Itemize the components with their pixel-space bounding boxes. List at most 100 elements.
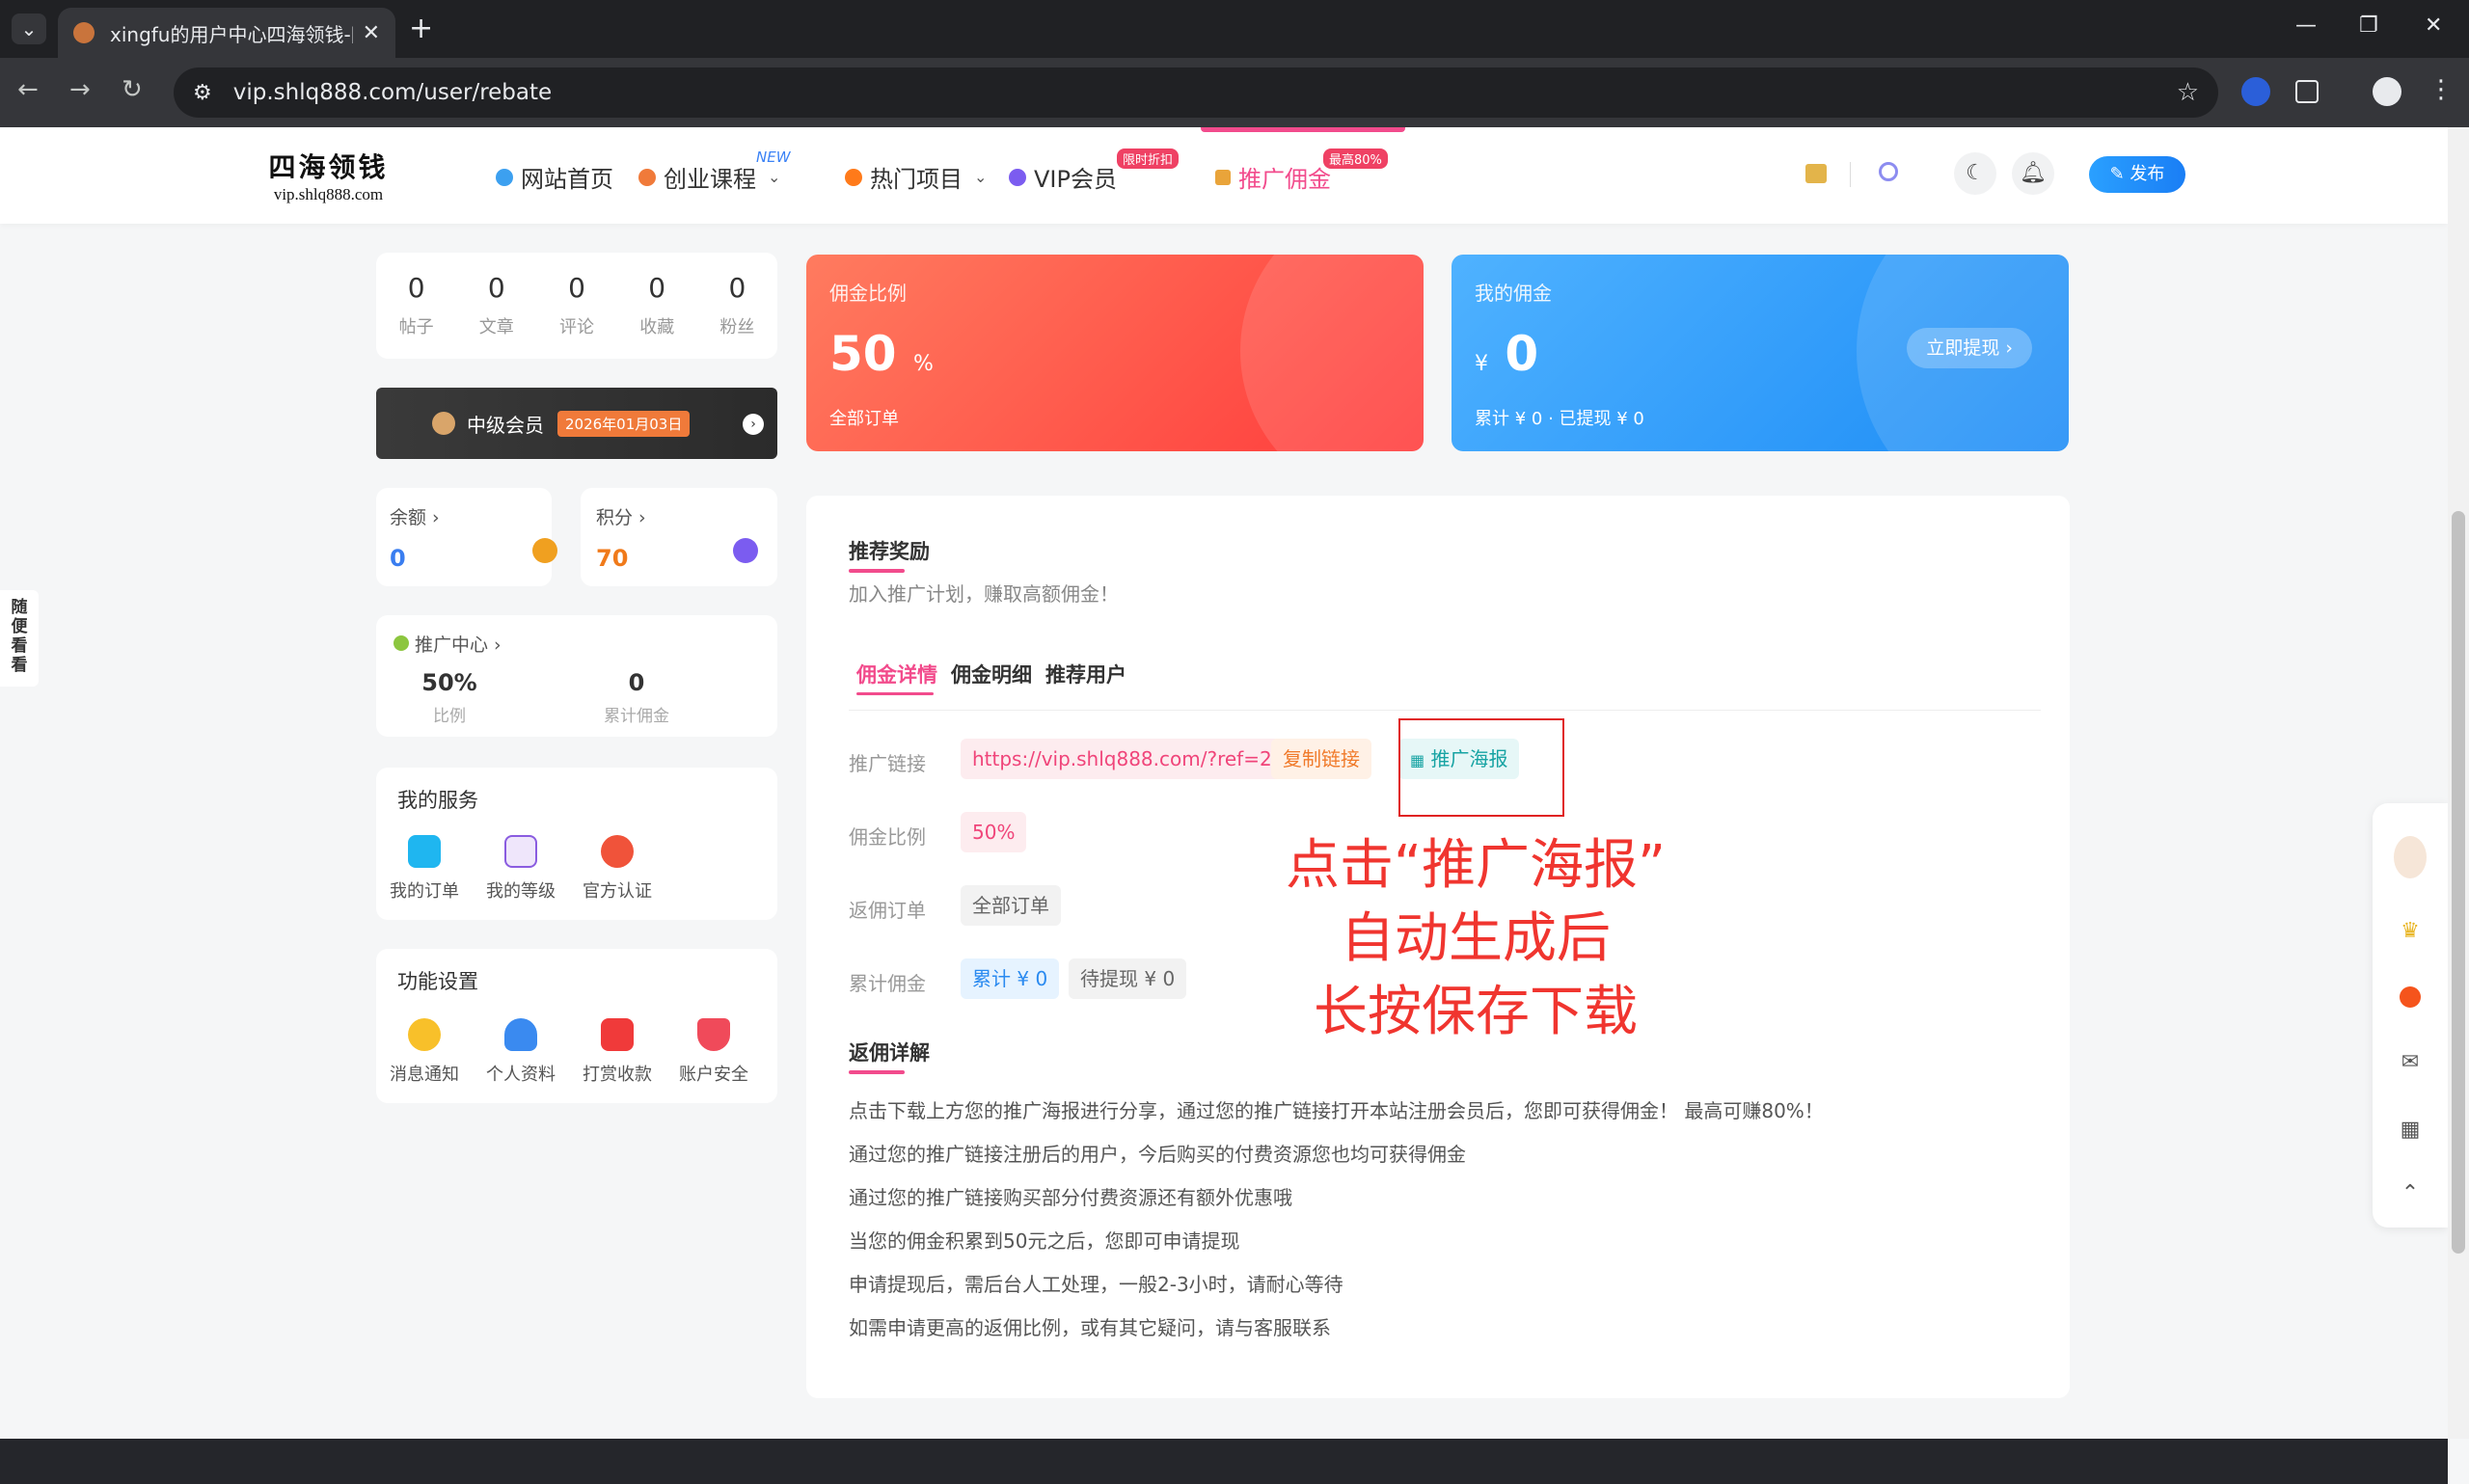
tab-commission-details[interactable]: 佣金详情: [856, 660, 937, 688]
page-scrollbar[interactable]: [2448, 127, 2469, 1439]
reload-icon[interactable]: ↻: [122, 75, 143, 104]
back-to-top-icon[interactable]: ⌃: [2398, 1181, 2423, 1206]
rule-line: 申请提现后，需后台人工处理，一般2-3小时，请耐心等待: [849, 1273, 1343, 1296]
nav-vip[interactable]: VIP会员: [1009, 160, 1117, 194]
site-header: 四海领钱 vip.shlq888.com 网站首页 创业课程 ⌄ NEW 热门项…: [0, 127, 2448, 224]
tab-close-icon[interactable]: ✕: [363, 21, 380, 45]
setting-tips[interactable]: 打赏收款: [569, 1018, 665, 1086]
pending-chip: 待提现 ¥ 0: [1069, 958, 1187, 999]
withdraw-button[interactable]: 立即提现 ›: [1907, 328, 2032, 368]
nav-home[interactable]: 网站首页: [496, 160, 613, 194]
crown-icon[interactable]: [1805, 164, 1827, 183]
tab-list-button[interactable]: ⌄: [12, 13, 46, 44]
referral-link[interactable]: https://vip.shlq888.com/?ref=2: [961, 739, 1284, 779]
crown-icon[interactable]: ♛: [2398, 919, 2423, 944]
stat-posts[interactable]: 0 帖子: [376, 253, 456, 359]
stat-label: 帖子: [398, 317, 434, 337]
balance-card[interactable]: 余额 › 0: [376, 488, 557, 586]
service-orders[interactable]: 我的订单: [376, 835, 473, 903]
stat-comments[interactable]: 0 评论: [536, 253, 616, 359]
message-icon: [408, 1018, 441, 1051]
active-nav-indicator: [1201, 127, 1405, 132]
annotation-line: 点击“推广海报”: [1285, 834, 1667, 897]
restore-icon[interactable]: ❐: [2359, 13, 2378, 38]
url-text[interactable]: vip.shlq888.com/user/rebate: [233, 80, 2177, 105]
promo-center-card: 推广中心 › 50% 比例 0 累计佣金: [376, 615, 777, 737]
rule-line: 如需申请更高的返佣比例，或有其它疑问，请与客服联系: [849, 1316, 1331, 1339]
title-underline: [849, 569, 905, 573]
chevron-right-icon[interactable]: ›: [743, 414, 764, 435]
random-browse-tab[interactable]: 随便看看: [0, 590, 39, 687]
rule-line: 点击下载上方您的推广海报进行分享，通过您的推广链接打开本站注册会员后，您即可获得…: [849, 1099, 1824, 1122]
promo-center-link[interactable]: 推广中心 ›: [393, 631, 502, 657]
services-title: 我的服务: [397, 789, 478, 812]
promo-label: 推广中心: [415, 634, 489, 656]
new-tab-button[interactable]: +: [409, 12, 433, 45]
qrcode-icon[interactable]: ▦: [2398, 1118, 2423, 1143]
back-icon[interactable]: ←: [17, 75, 39, 104]
bookmark-star-icon[interactable]: ☆: [2177, 78, 2199, 107]
nav-referral[interactable]: 推广佣金: [1215, 160, 1331, 194]
stat-fans[interactable]: 0 粉丝: [697, 253, 777, 359]
minimize-icon[interactable]: —: [2295, 13, 2317, 38]
stat-articles[interactable]: 0 文章: [456, 253, 536, 359]
nav-hot-label: 热门项目: [870, 166, 963, 193]
promo-ratio-label: 比例: [433, 707, 466, 726]
tab-referred-users[interactable]: 推荐用户: [1045, 660, 1126, 688]
wechat-icon[interactable]: ✉: [2398, 1050, 2423, 1075]
rule-line: 通过您的推广链接注册后的用户，今后购买的付费资源您也均可获得佣金: [849, 1143, 1466, 1166]
close-window-icon[interactable]: ✕: [2425, 13, 2442, 38]
chevron-down-icon: ⌄: [974, 168, 988, 186]
copy-link-button[interactable]: 复制链接: [1271, 739, 1371, 779]
points-card[interactable]: 积分 › 70: [581, 488, 777, 586]
profile-icon[interactable]: [2373, 77, 2401, 106]
shield-icon: [697, 1018, 730, 1051]
nav-vip-label: VIP会员: [1034, 166, 1117, 193]
dark-mode-icon[interactable]: ☾: [1954, 152, 1996, 195]
floating-toolbar: ♛ ✉ ▦ ⌃: [2373, 803, 2448, 1228]
promo-total-label: 累计佣金: [604, 707, 669, 726]
balance-label: 余额: [390, 507, 427, 528]
setting-profile[interactable]: 个人资料: [473, 1018, 569, 1086]
tab-commission-records[interactable]: 佣金明细: [951, 660, 1032, 688]
setting-label: 消息通知: [390, 1065, 459, 1085]
site-logo[interactable]: 四海领钱 vip.shlq888.com: [258, 147, 398, 203]
mascot-avatar[interactable]: [2394, 836, 2427, 878]
setting-security[interactable]: 账户安全: [665, 1018, 762, 1086]
service-levels[interactable]: 我的等级: [473, 835, 569, 903]
forward-icon[interactable]: →: [69, 75, 91, 104]
stat-favorites[interactable]: 0 收藏: [617, 253, 697, 359]
nav-referral-label: 推广佣金: [1238, 166, 1331, 193]
verify-badge-icon: [601, 835, 634, 868]
promo-total-value: 0: [628, 669, 645, 696]
stat-label: 收藏: [639, 317, 675, 337]
divider: [1850, 162, 1851, 187]
address-bar[interactable]: ⚙ vip.shlq888.com/user/rebate ☆: [174, 67, 2218, 118]
referral-tabs: 佣金详情 佣金明细 推荐用户: [856, 660, 1140, 688]
stat-label: 文章: [478, 317, 514, 337]
extension-icon[interactable]: [2241, 77, 2270, 106]
publish-button[interactable]: ✎ 发布: [2089, 156, 2185, 193]
plus-icon[interactable]: [2400, 986, 2421, 1008]
total-chip: 累计 ¥ 0: [961, 958, 1060, 999]
orders-chip: 全部订单: [961, 885, 1061, 926]
stat-value: 0: [648, 272, 666, 304]
extensions-puzzle-icon[interactable]: [2295, 80, 2319, 103]
site-settings-icon[interactable]: ⚙: [193, 81, 212, 105]
setting-notifications[interactable]: 消息通知: [376, 1018, 473, 1086]
search-icon[interactable]: [1879, 162, 1898, 181]
chevron-down-icon: ⌄: [768, 168, 781, 186]
vip-crown-icon: [432, 412, 455, 435]
bell-icon[interactable]: 🔔︎: [2012, 152, 2054, 195]
browser-tab[interactable]: xingfu的用户中心四海领钱-网创 ✕: [58, 8, 395, 58]
vip-status-bar[interactable]: 中级会员 2026年01月03日 ›: [376, 388, 777, 459]
my-commission-card: 我的佣金 ¥ 0 累计 ¥ 0 · 已提现 ¥ 0 立即提现 ›: [1452, 255, 2069, 451]
scrollbar-thumb[interactable]: [2452, 511, 2465, 1254]
ratio-chip: 50%: [961, 812, 1027, 852]
my-commission-summary: 累计 ¥ 0 · 已提现 ¥ 0: [1475, 409, 1644, 429]
promo-ratio: 50% 比例: [382, 669, 517, 726]
browser-menu-icon[interactable]: ⋮: [2428, 75, 2454, 104]
service-verify[interactable]: 官方认证: [569, 835, 665, 903]
nav-hot-projects[interactable]: 热门项目 ⌄: [845, 160, 987, 194]
browser-tabbar: ⌄ xingfu的用户中心四海领钱-网创 ✕ + — ❐ ✕: [0, 0, 2469, 58]
